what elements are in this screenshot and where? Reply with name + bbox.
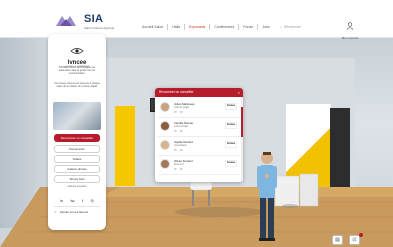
instagram-icon[interactable]: ◎	[90, 198, 94, 203]
documents-button[interactable]: Documents	[54, 145, 100, 153]
exhibitor-panel: lvncee CONSEIL & INGÉNIERIE IVNCEE conse…	[48, 34, 106, 230]
avatar	[160, 102, 170, 112]
meet-advisor-button[interactable]: Rencontrer un conseiller	[54, 134, 100, 142]
exhibitor-address: Adresse exposant	[67, 185, 87, 188]
contact-company-logo: lvncee	[225, 103, 237, 110]
main-nav: Accueil Salon Halls Exposants Conférence…	[138, 24, 274, 30]
contact-company-logo: lvncee	[225, 141, 237, 148]
nav-item-halls[interactable]: Halls	[168, 24, 185, 30]
panel-divider	[54, 206, 100, 207]
add-favorite-label: Ajouter à mes favoris	[59, 210, 88, 214]
nav-item-jobs[interactable]: Jobs	[258, 24, 273, 30]
videos-button[interactable]: Vidéos	[54, 155, 100, 163]
avatar	[160, 121, 170, 131]
contact-card[interactable]: Sophie Renard Consultante ✉ ☏ lvncee	[158, 138, 240, 156]
exhibitor-logo: lvncee CONSEIL & INGÉNIERIE	[58, 42, 96, 68]
chat-button[interactable]: ▤	[332, 235, 343, 245]
nav-item-exposants[interactable]: Exposants	[185, 24, 211, 30]
linkedin-icon[interactable]: in	[60, 198, 63, 203]
social-links: in tw f ◎	[60, 198, 94, 203]
exhibitor-eye-logo-icon	[70, 48, 84, 54]
facebook-icon[interactable]: f	[82, 198, 83, 203]
contact-actions[interactable]: ✉ ☏	[174, 129, 184, 133]
booth-dark-panel	[330, 108, 350, 198]
account-button[interactable]: Mon compte	[339, 17, 361, 40]
advisors-scrollbar-thumb[interactable]	[241, 107, 243, 137]
user-icon	[346, 22, 354, 30]
contact-company-logo: lvncee	[225, 160, 237, 167]
advisors-scrollbar[interactable]	[241, 97, 243, 182]
contact-actions[interactable]: ✉ ☏	[174, 110, 184, 114]
nav-item-accueil[interactable]: Accueil Salon	[138, 24, 169, 30]
virtual-booth-page: SIA Salon Internet Agricole Accueil Salo…	[0, 0, 393, 247]
photo-gallery-button[interactable]: Galerie photos	[54, 165, 100, 173]
booth-host-avatar	[257, 152, 277, 241]
contact-company-logo: lvncee	[225, 122, 237, 129]
contact-role: Consultante	[174, 144, 187, 147]
contact-card[interactable]: Julien Martineau Chef de projet ✉ ☏ lvnc…	[158, 100, 240, 118]
nav-item-forum[interactable]: Forum	[239, 24, 259, 30]
exhibitor-description-1: IVNCEE conseil, accompagne vos partenair…	[58, 66, 96, 75]
contact-role: Commerciale	[174, 125, 189, 128]
search-box[interactable]: ⌕ Recherche	[280, 22, 326, 31]
notification-dot	[359, 233, 363, 237]
advisors-popup: Rencontrer un conseiller × Julien Martin…	[155, 88, 243, 182]
contact-card[interactable]: Camille Dumas Commerciale ✉ ☏ lvncee	[158, 119, 240, 137]
search-icon: ⌕	[280, 24, 282, 29]
avatar	[160, 140, 170, 150]
close-icon[interactable]: ×	[238, 88, 240, 97]
avatar	[160, 159, 170, 169]
contact-role: Chef de projet	[174, 106, 190, 109]
contact-role: Directeur	[174, 163, 184, 166]
add-favorite-button[interactable]: ☆ Ajouter à mes favoris	[54, 210, 102, 214]
brand-logo-text[interactable]: SIA	[84, 13, 103, 25]
highlights-button[interactable]: Temps forts	[54, 175, 100, 183]
contact-actions[interactable]: ✉ ☏	[174, 167, 184, 171]
contact-actions[interactable]: ✉ ☏	[174, 148, 184, 152]
twitter-icon[interactable]: tw	[71, 198, 75, 203]
nav-item-conferences[interactable]: Conférences	[210, 24, 240, 30]
exhibitor-description-2: Une équipe d'expert est présente à chaqu…	[54, 82, 100, 88]
contact-card[interactable]: Olivier Ferrand Directeur ✉ ☏ lvncee	[158, 157, 240, 175]
star-icon: ☆	[54, 210, 57, 214]
account-label: Mon compte	[341, 36, 359, 40]
top-navbar: SIA Salon Internet Agricole Accueil Salo…	[0, 0, 393, 40]
booth-yellow-banner	[115, 106, 135, 186]
advisors-popup-title: Rencontrer un conseiller	[159, 90, 194, 94]
advisors-popup-header: Rencontrer un conseiller ×	[155, 88, 243, 97]
search-label: Recherche	[283, 24, 301, 29]
settings-button[interactable]: ⊡	[349, 235, 360, 245]
sia-logo-icon[interactable]	[54, 14, 78, 28]
brand-logo-subtitle: Salon Internet Agricole	[84, 26, 115, 30]
exhibitor-photo	[53, 102, 101, 130]
